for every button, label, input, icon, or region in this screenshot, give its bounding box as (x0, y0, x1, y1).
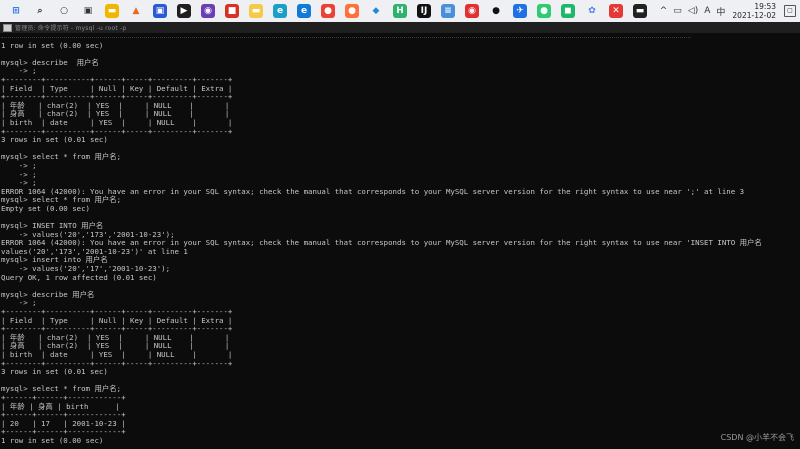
idea-icon[interactable]: IJ (417, 4, 431, 18)
console-line: 3 rows in set (0.01 sec) (1, 135, 108, 145)
notification-center-icon[interactable]: ▢ (784, 5, 796, 17)
app-green-icon[interactable]: ◼ (561, 4, 575, 18)
feishu-icon[interactable]: ✈ (513, 4, 527, 18)
video-icon[interactable]: ▶ (177, 4, 191, 18)
chrome-icon[interactable]: ● (321, 4, 335, 18)
network-icon[interactable]: ▭ (673, 6, 682, 16)
cmd-window-icon (3, 23, 12, 32)
obs-icon[interactable]: ◉ (201, 4, 215, 18)
cortana-icon[interactable]: ○ (57, 4, 71, 18)
terminal-icon[interactable]: ▬ (633, 4, 647, 18)
matlab-icon[interactable]: ▲ (129, 4, 143, 18)
console-line: Empty set (0.00 sec) (1, 203, 90, 213)
vscode-icon[interactable]: ◆ (369, 4, 383, 18)
console-line: 1 row in set (0.00 sec) (1, 40, 104, 50)
console-line: 3 rows in set (0.01 sec) (1, 367, 108, 377)
taskbar: ⊞ ⌕ ○ ▣ ▬ ▲ ▣ ▶ ◉ ■ ▬ e e ● ● ◆ H IJ ≡ ◉ ● ✈ ● ◼ ✿ ✕ ▬ ^ ▭ ◁) A 中 … (0, 0, 800, 23)
search-icon[interactable]: ⌕ (33, 4, 47, 18)
wechat-icon[interactable]: ● (537, 4, 551, 18)
clock[interactable]: 19:53 2021-12-02 (732, 2, 776, 20)
console-line: mysql> describe 用户名 (1, 57, 99, 67)
clock-date: 2021-12-02 (732, 11, 776, 20)
app-red-icon[interactable]: ■ (225, 4, 239, 18)
ime-language-indicator[interactable]: 中 (716, 5, 725, 18)
hbuilder-icon[interactable]: H (393, 4, 407, 18)
console-line: values('20','173','2001-10-23')' at line… (1, 246, 188, 256)
window-title: 管理员: 命令提示符 - mysql -u root -p (15, 25, 127, 32)
console-line: -> ; (1, 160, 37, 170)
window-titlebar[interactable]: 管理员: 命令提示符 - mysql -u root -p (0, 22, 800, 33)
console-line: mysql> select * from 用户名; (1, 152, 122, 162)
edge-chromium-icon[interactable]: e (297, 4, 311, 18)
console-line: +------+------+------------+ (1, 427, 126, 437)
notepad-icon[interactable]: ≡ (441, 4, 455, 18)
console-line: mysql> describe 用户名 (1, 289, 95, 299)
screen-capture-icon[interactable]: ▣ (153, 4, 167, 18)
console-line: +------+------+------------+ (1, 392, 126, 402)
qq-icon[interactable]: ● (489, 4, 503, 18)
task-view-icon[interactable]: ▣ (81, 4, 95, 18)
ime-mode-indicator[interactable]: A (704, 6, 710, 16)
console-line: Query OK, 1 row affected (0.01 sec) (1, 272, 157, 282)
network-app-icon[interactable]: ✿ (585, 4, 599, 18)
start-icon[interactable]: ⊞ (9, 4, 23, 18)
close-app-icon[interactable]: ✕ (609, 4, 623, 18)
console-line: 1 row in set (0.00 sec) (1, 435, 104, 445)
system-tray: ^ ▭ ◁) A 中 19:53 2021-12-02 ▢ (657, 0, 800, 22)
console-line: mysql> select * from 用户名; (1, 195, 122, 205)
console-divider (0, 33, 800, 42)
netease-music-icon[interactable]: ◉ (465, 4, 479, 18)
console-line: +--------+----------+------+-----+------… (1, 126, 233, 136)
console-line: +--------+----------+------+-----+------… (1, 358, 233, 368)
taskbar-apps: ⊞ ⌕ ○ ▣ ▬ ▲ ▣ ▶ ◉ ■ ▬ e e ● ● ◆ H IJ ≡ ◉ ● ✈ ● ◼ ✿ ✕ ▬ (0, 0, 652, 22)
folder-icon[interactable]: ▬ (249, 4, 263, 18)
firefox-icon[interactable]: ● (345, 4, 359, 18)
file-explorer-icon[interactable]: ▬ (105, 4, 119, 18)
console-line: -> ; (1, 169, 37, 179)
volume-icon[interactable]: ◁) (688, 6, 698, 16)
console-output[interactable]: 1 row in set (0.00 sec) mysql> describe 用… (0, 33, 800, 449)
tray-overflow-chevron-icon[interactable]: ^ (660, 6, 668, 16)
edge-icon[interactable]: e (273, 4, 287, 18)
clock-time: 19:53 (754, 2, 776, 11)
watermark: CSDN @小羊不会飞 (720, 433, 794, 442)
